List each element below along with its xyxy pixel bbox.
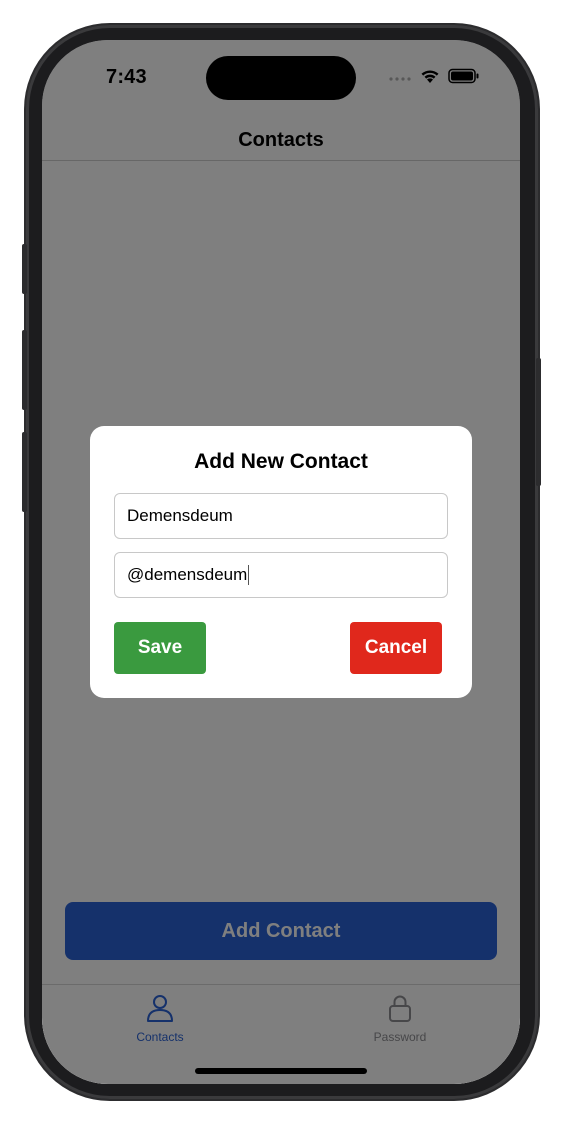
handle-field-value: @demensdeum: [127, 565, 248, 584]
text-cursor: [248, 565, 250, 585]
cancel-button[interactable]: Cancel: [350, 622, 442, 674]
dialog-title: Add New Contact: [194, 450, 368, 473]
handle-field[interactable]: @demensdeum: [114, 552, 448, 598]
name-field[interactable]: Demensdeum: [114, 493, 448, 539]
name-field-value: Demensdeum: [127, 506, 233, 525]
home-indicator[interactable]: [195, 1068, 367, 1074]
power-button: [536, 358, 541, 486]
phone-screen: 7:43: [42, 40, 520, 1084]
add-contact-dialog: Add New Contact Demensdeum @demensdeum S…: [90, 426, 472, 698]
volume-up-button: [22, 330, 27, 410]
save-button[interactable]: Save: [114, 622, 206, 674]
volume-down-button: [22, 432, 27, 512]
action-button: [22, 244, 27, 294]
